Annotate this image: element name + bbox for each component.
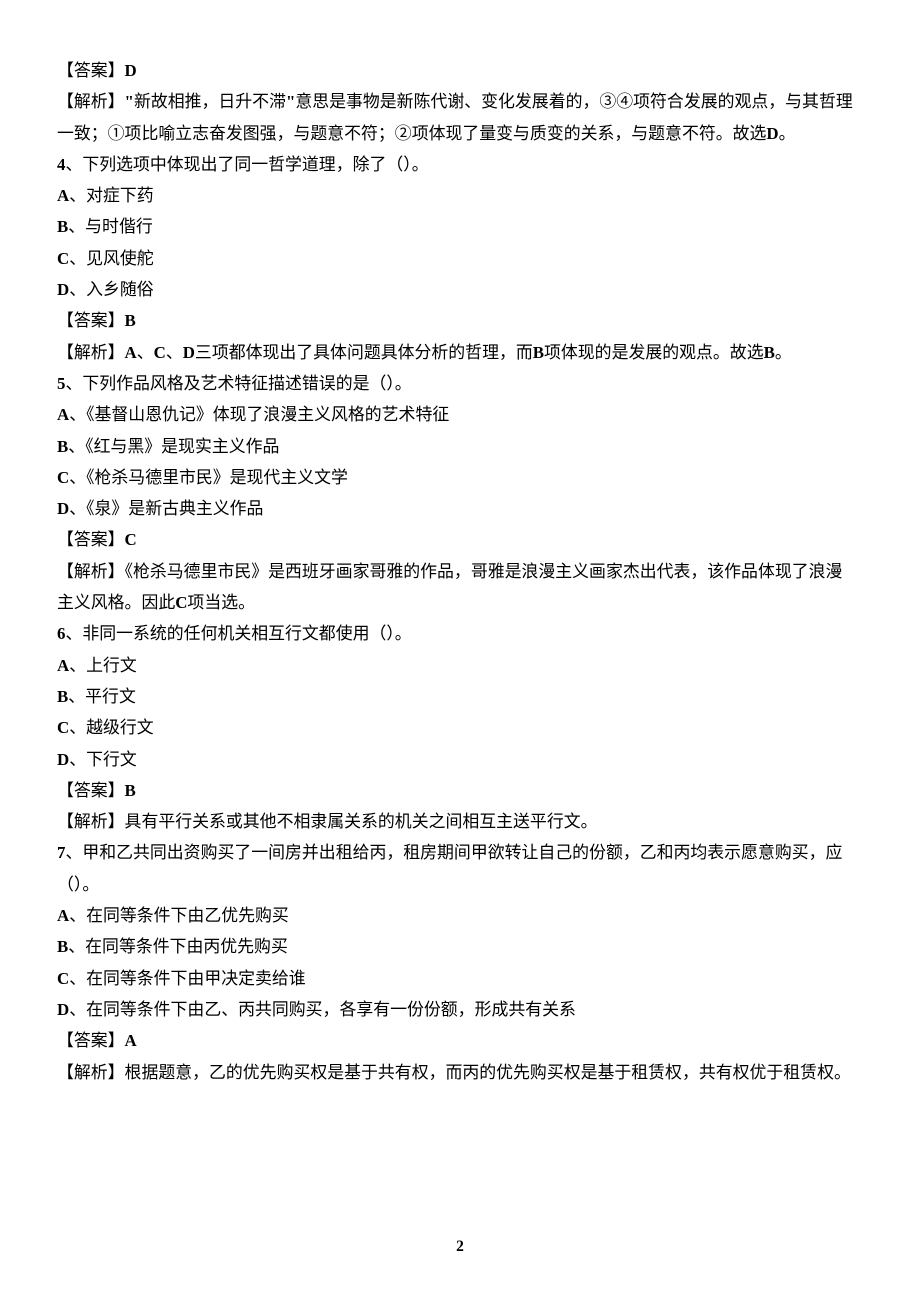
q6-option-a: A、上行文 (57, 650, 867, 681)
q7-option-b: B、在同等条件下由丙优先购买 (57, 931, 867, 962)
q6-option-c: C、越级行文 (57, 712, 867, 743)
q6-explanation: 【解析】具有平行关系或其他不相隶属关系的机关之间相互主送平行文。 (57, 806, 867, 837)
q7-stem-line-2: （）。 (57, 869, 867, 900)
q7-option-d: D、在同等条件下由乙、丙共同购买，各享有一份份额，形成共有关系 (57, 994, 867, 1025)
q5-option-c: C、《枪杀马德里市民》是现代主义文学 (57, 462, 867, 493)
q6-stem: 6、非同一系统的任何机关相互行文都使用（）。 (57, 618, 867, 649)
page-container: 【答案】D 【解析】"新故相推，日升不滞"意思是事物是新陈代谢、变化发展着的，③… (0, 0, 920, 1088)
q5-option-d: D、《泉》是新古典主义作品 (57, 493, 867, 524)
q6-option-d: D、下行文 (57, 744, 867, 775)
q7-answer: 【答案】A (57, 1025, 867, 1056)
q4-explanation: 【解析】A、C、D三项都体现出了具体问题具体分析的哲理，而B项体现的是发展的观点… (57, 337, 867, 368)
q7-option-a: A、在同等条件下由乙优先购买 (57, 900, 867, 931)
q5-stem: 5、下列作品风格及艺术特征描述错误的是（）。 (57, 368, 867, 399)
page-number: 2 (0, 1238, 920, 1256)
q5-option-b: B、《红与黑》是现实主义作品 (57, 431, 867, 462)
q5-answer: 【答案】C (57, 524, 867, 555)
q4-stem: 4、下列选项中体现出了同一哲学道理，除了（）。 (57, 149, 867, 180)
q4-option-b: B、与时偕行 (57, 211, 867, 242)
q5-explanation-line-2: 主义风格。因此C项当选。 (57, 587, 867, 618)
q5-option-a: A、《基督山恩仇记》体现了浪漫主义风格的艺术特征 (57, 399, 867, 430)
q3-answer: 【答案】D (57, 55, 867, 86)
q7-option-c: C、在同等条件下由甲决定卖给谁 (57, 963, 867, 994)
q7-stem-line-1: 7、甲和乙共同出资购买了一间房并出租给丙，租房期间甲欲转让自己的份额，乙和丙均表… (57, 837, 867, 868)
q3-explanation-line-2: 一致；①项比喻立志奋发图强，与题意不符；②项体现了量变与质变的关系，与题意不符。… (57, 118, 867, 149)
q6-option-b: B、平行文 (57, 681, 867, 712)
q5-explanation-line-1: 【解析】《枪杀马德里市民》是西班牙画家哥雅的作品，哥雅是浪漫主义画家杰出代表，该… (57, 556, 867, 587)
q3-explanation-line-1: 【解析】"新故相推，日升不滞"意思是事物是新陈代谢、变化发展着的，③④项符合发展… (57, 86, 867, 117)
q4-option-d: D、入乡随俗 (57, 274, 867, 305)
q4-option-a: A、对症下药 (57, 180, 867, 211)
q6-answer: 【答案】B (57, 775, 867, 806)
q4-option-c: C、见风使舵 (57, 243, 867, 274)
q4-answer: 【答案】B (57, 305, 867, 336)
q7-explanation: 【解析】根据题意，乙的优先购买权是基于共有权，而丙的优先购买权是基于租赁权，共有… (57, 1057, 867, 1088)
